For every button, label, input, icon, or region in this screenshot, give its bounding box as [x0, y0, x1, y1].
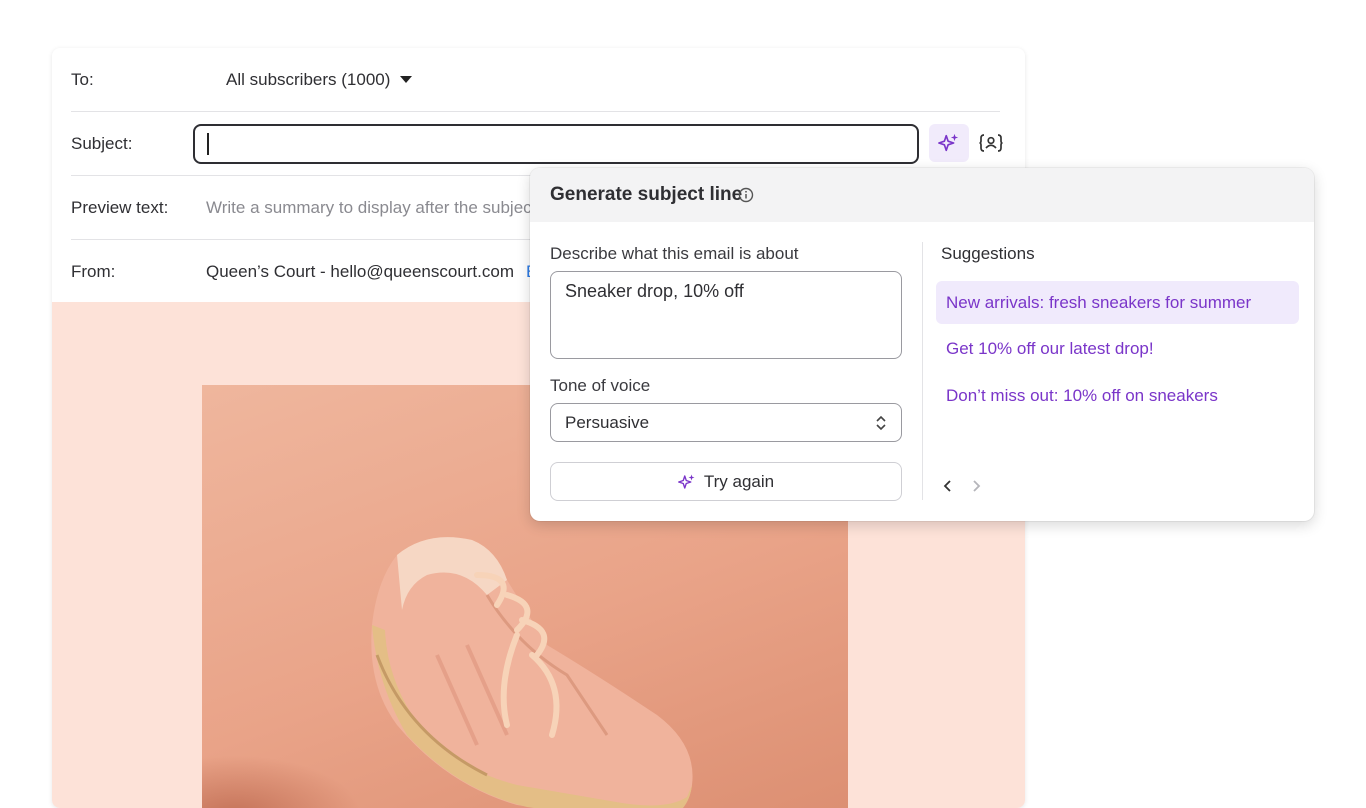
generate-subject-button[interactable]	[929, 124, 969, 162]
preview-label: Preview text:	[71, 197, 169, 217]
describe-textarea[interactable]: Sneaker drop, 10% off	[550, 271, 902, 359]
tone-select[interactable]: Persuasive	[550, 403, 902, 442]
describe-label: Describe what this email is about	[550, 244, 799, 263]
sparkle-icon	[938, 133, 959, 152]
personalization-icon	[979, 134, 1003, 152]
preview-text-input[interactable]: Write a summary to display after the sub…	[206, 198, 532, 218]
subject-input[interactable]	[193, 124, 919, 164]
try-again-label: Try again	[703, 471, 775, 491]
chevron-updown-icon	[876, 415, 886, 431]
from-label: From:	[71, 261, 116, 281]
subject-label: Subject:	[71, 133, 133, 153]
column-divider	[922, 242, 923, 500]
from-address: Queen’s Court - hello@queenscourt.com	[206, 261, 514, 281]
suggestion-item[interactable]: Get 10% off our latest drop!	[936, 327, 1299, 370]
sneaker-image	[371, 537, 693, 808]
describe-value: Sneaker drop, 10% off	[565, 281, 744, 301]
from-value: Queen’s Court - hello@queenscourt.comE	[206, 262, 537, 282]
try-again-button[interactable]: Try again	[550, 462, 902, 501]
tone-label: Tone of voice	[550, 376, 651, 395]
popover-header: Generate subject line	[530, 168, 1314, 222]
subject-row: Subject:	[71, 112, 1003, 176]
photo-shadow	[202, 755, 362, 808]
recipients-dropdown[interactable]: All subscribers (1000)	[226, 69, 413, 90]
popover-title: Generate subject line	[550, 184, 743, 205]
info-icon[interactable]	[738, 187, 754, 203]
to-row: To: All subscribers (1000)	[71, 48, 1000, 112]
suggestions-title: Suggestions	[941, 244, 1035, 263]
chevron-left-icon[interactable]	[942, 478, 954, 494]
generate-subject-popover: Generate subject line Describe what this…	[530, 168, 1314, 521]
tone-value: Persuasive	[565, 413, 650, 432]
recipients-value: All subscribers (1000)	[226, 69, 391, 89]
sparkle-icon	[677, 474, 695, 489]
text-cursor	[207, 133, 209, 155]
suggestion-item[interactable]: New arrivals: fresh sneakers for summer	[936, 281, 1299, 324]
personalization-button[interactable]	[976, 124, 1006, 162]
chevron-right-icon[interactable]	[970, 478, 982, 494]
suggestion-item[interactable]: Don’t miss out: 10% off on sneakers	[936, 374, 1299, 417]
to-label: To:	[71, 69, 94, 89]
caret-down-icon	[400, 76, 413, 83]
